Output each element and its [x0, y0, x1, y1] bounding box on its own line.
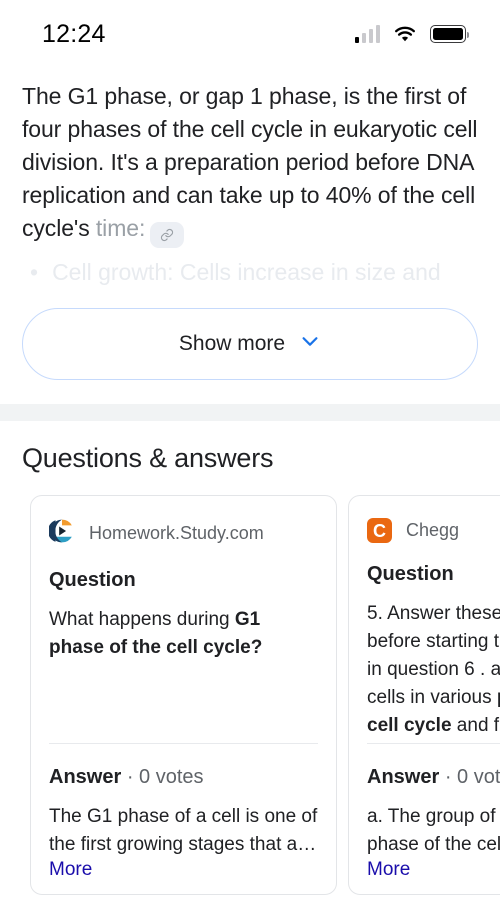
- card-source-name: Chegg: [406, 520, 460, 540]
- answer-votes: · 0 votes: [444, 766, 500, 788]
- link-icon[interactable]: [150, 222, 185, 248]
- qa-card-carousel[interactable]: Homework.Study.com Question What happens…: [0, 474, 500, 895]
- status-bar-icons: [354, 25, 470, 43]
- answer-block: Answer · 0 votes The G1 phase of a cell …: [49, 766, 318, 881]
- homework-study-logo-icon: [47, 518, 75, 549]
- status-bar: 12:24: [0, 0, 500, 68]
- snippet-paragraph: The G1 phase, or gap 1 phase, is the fir…: [22, 80, 478, 248]
- page-title: Questions & answers: [22, 443, 274, 473]
- more-link[interactable]: More: [49, 859, 92, 881]
- answer-label: Answer: [49, 766, 122, 788]
- chegg-logo-icon: C: [367, 518, 392, 543]
- answer-text: The G1 phase of a cell is one of the fir…: [49, 806, 318, 855]
- show-more-button[interactable]: Show more: [22, 308, 478, 380]
- card-source: C Chegg: [367, 518, 500, 543]
- snippet-body-text: The G1 phase, or gap 1 phase, is the fir…: [22, 83, 478, 241]
- show-more-container: Show more: [0, 308, 500, 380]
- qa-card[interactable]: C Chegg Question 5. Answer these questio…: [348, 495, 500, 895]
- battery-full-icon: [430, 25, 470, 43]
- snippet-faded-bullet: • Cell growth: Cells increase in size an…: [0, 248, 500, 289]
- question-label: Question: [49, 569, 136, 591]
- answer-header: Answer · 0 votes: [367, 766, 500, 789]
- card-divider: [367, 743, 500, 744]
- questions-answers-section: Questions & answers Homework.Study.com Q…: [0, 421, 500, 895]
- answer-header: Answer · 0 votes: [49, 766, 318, 789]
- cellular-signal-icon: [354, 25, 380, 43]
- answer-block: Answer · 0 votes a. The group of cells i…: [367, 766, 500, 881]
- answer-text: a. The group of cells inphase of the cel…: [367, 806, 500, 855]
- answer-label: Answer: [367, 766, 440, 788]
- article-snippet: The G1 phase, or gap 1 phase, is the fir…: [0, 68, 500, 248]
- more-link[interactable]: More: [367, 859, 410, 881]
- qa-card[interactable]: Homework.Study.com Question What happens…: [30, 495, 337, 895]
- question-label: Question: [367, 563, 454, 585]
- show-more-label: Show more: [178, 332, 286, 355]
- faded-bullet-text: Cell growth: Cells increase in size and: [52, 259, 441, 285]
- snippet-trailing-word: time:: [95, 215, 146, 241]
- answer-votes: · 0 votes: [126, 766, 204, 788]
- card-source-name: Homework.Study.com: [89, 523, 264, 543]
- card-divider: [49, 743, 318, 744]
- question-text: 5. Answer these questionsbefore starting…: [367, 603, 500, 736]
- bullet-marker: •: [30, 259, 39, 285]
- section-divider-band: [0, 404, 500, 421]
- chevron-down-icon: [299, 330, 321, 358]
- question-text: What happens during G1 phase of the cell…: [49, 609, 263, 658]
- wifi-icon: [393, 25, 417, 43]
- status-bar-clock: 12:24: [42, 19, 106, 48]
- card-source: Homework.Study.com: [47, 518, 318, 549]
